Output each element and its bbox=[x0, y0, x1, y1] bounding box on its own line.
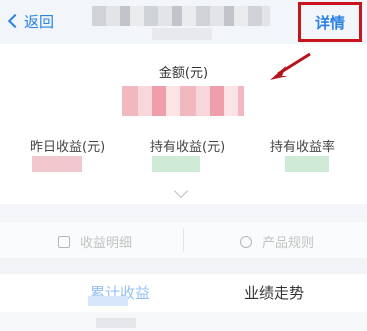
product-rules-link[interactable]: 产品规则 bbox=[240, 232, 314, 251]
amount-value-redacted bbox=[122, 86, 244, 116]
yesterday-income-value-redacted bbox=[32, 156, 82, 172]
action-divider bbox=[183, 228, 184, 252]
detail-button[interactable]: 详情 bbox=[298, 2, 362, 42]
section-separator-2 bbox=[0, 258, 367, 274]
page-subtitle-redacted bbox=[152, 28, 212, 40]
page-title-redacted bbox=[92, 6, 270, 26]
holding-income-label: 持有收益(元) bbox=[150, 140, 226, 155]
product-rules-label: 产品规则 bbox=[262, 236, 315, 251]
back-button-label: 返回 bbox=[24, 12, 55, 31]
holding-yield-value-redacted bbox=[285, 156, 329, 172]
chevron-down-icon[interactable] bbox=[173, 183, 189, 199]
tab-underline-redacted bbox=[88, 296, 128, 306]
holding-income-value-redacted bbox=[152, 156, 200, 172]
list-icon bbox=[58, 235, 70, 248]
income-detail-link[interactable]: 收益明细 bbox=[58, 232, 132, 251]
back-button[interactable]: 返回 bbox=[4, 8, 54, 34]
action-row: 收益明细 产品规则 bbox=[0, 222, 367, 258]
yesterday-income-label: 昨日收益(元) bbox=[30, 140, 106, 155]
amount-label: 金额(元) bbox=[158, 66, 209, 81]
bottom-redacted bbox=[96, 318, 136, 328]
section-separator bbox=[0, 204, 367, 222]
detail-button-label: 详情 bbox=[314, 13, 345, 32]
income-detail-label: 收益明细 bbox=[80, 236, 133, 251]
chevron-left-icon bbox=[7, 13, 23, 29]
tab-performance-trend[interactable]: 业绩走势 bbox=[244, 282, 304, 303]
holding-yield-label: 持有收益率 bbox=[270, 140, 336, 155]
bottom-strip bbox=[0, 312, 367, 331]
info-icon bbox=[240, 235, 252, 248]
